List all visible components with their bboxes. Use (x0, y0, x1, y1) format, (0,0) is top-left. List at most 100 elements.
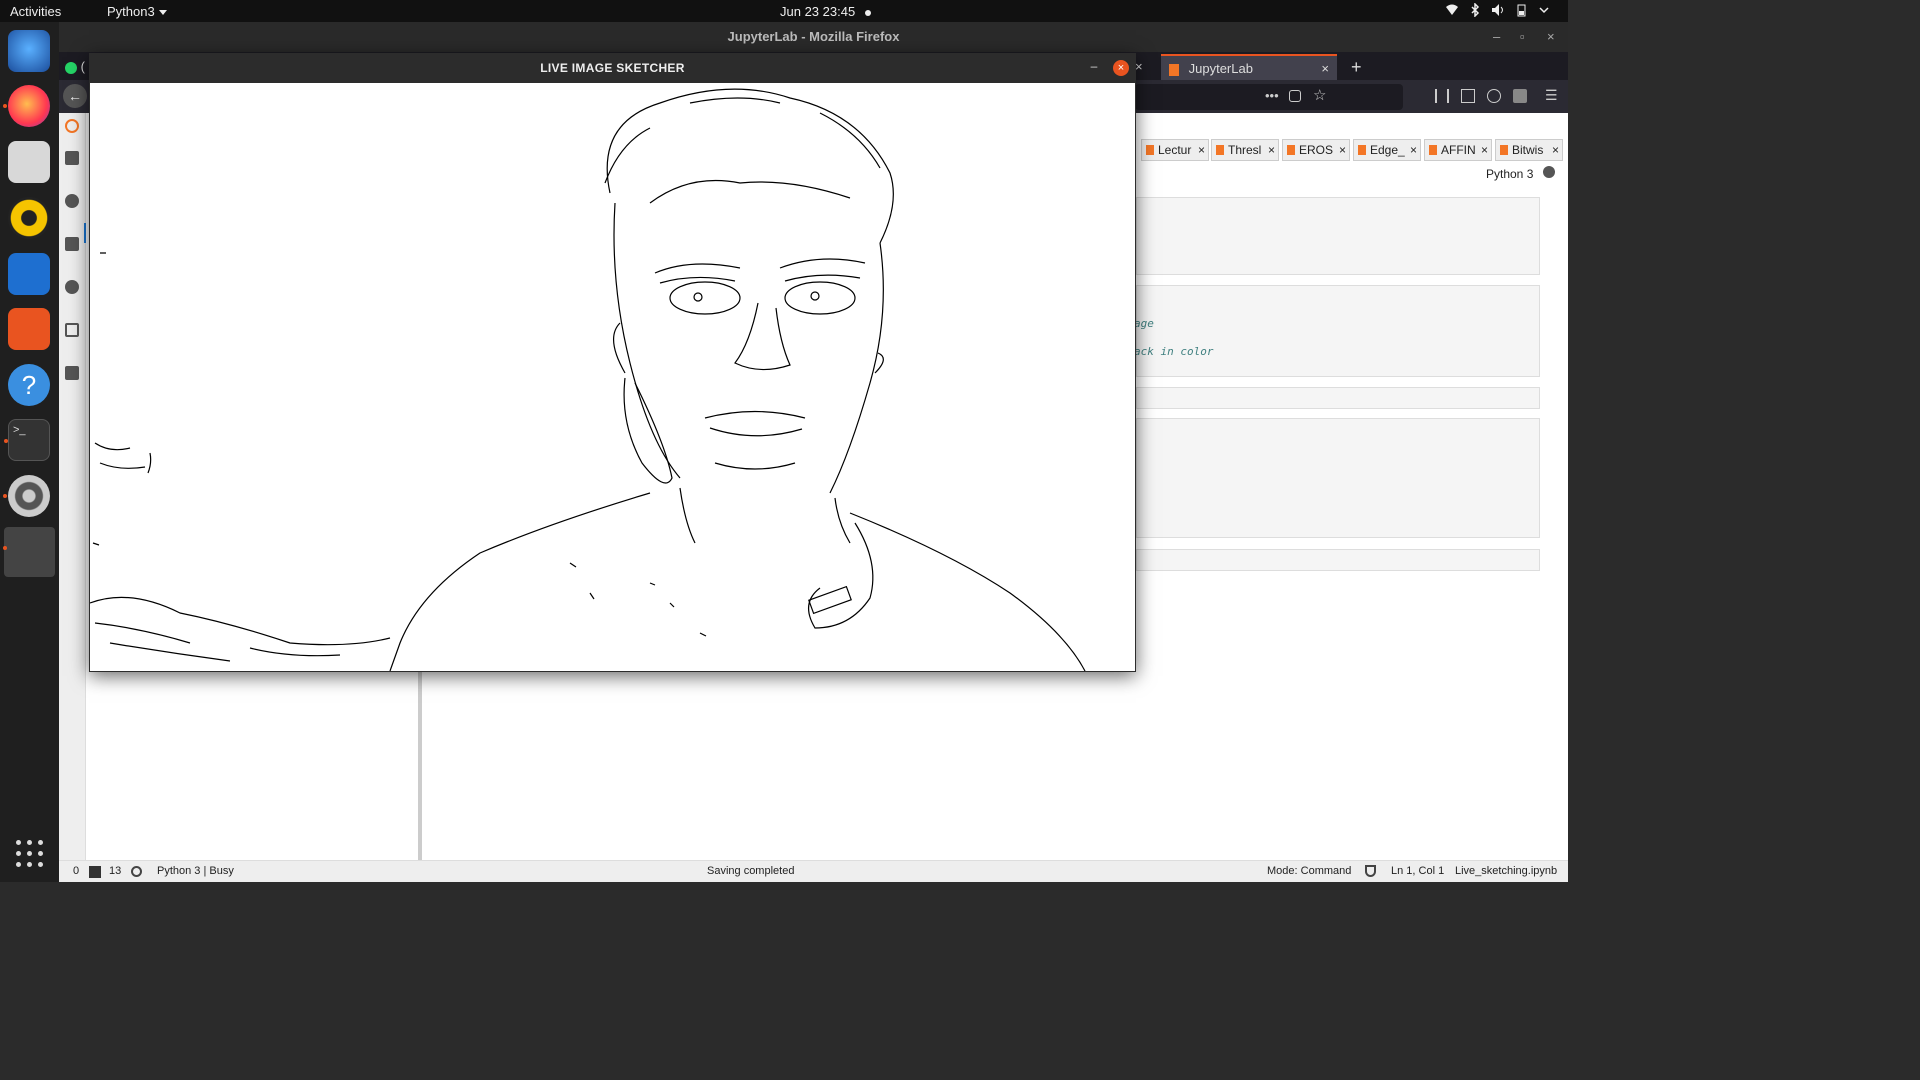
tabs-icon[interactable] (65, 323, 79, 337)
gear-icon (131, 866, 142, 877)
notebook-tab-label: Edge_ (1370, 143, 1405, 157)
window-thumbnail[interactable] (3, 527, 55, 577)
power-menu-icon[interactable] (1537, 3, 1550, 17)
edge-sketch-image (89, 88, 1086, 672)
kernels-count[interactable]: 13 (109, 865, 121, 877)
rhythmbox-icon[interactable] (8, 197, 50, 239)
notebook-tab-label: Thresl (1228, 143, 1262, 157)
jupyter-logo-icon (65, 119, 79, 133)
notebook-icon (1358, 145, 1366, 155)
pocket-icon[interactable] (1289, 90, 1301, 102)
url-bar[interactable]: ••• ☆ (1135, 84, 1403, 110)
puzzle-icon[interactable] (65, 366, 79, 380)
notebook-tab[interactable]: EROS × (1282, 139, 1350, 161)
notebook-tab[interactable]: Edge_ × (1353, 139, 1421, 161)
notebook-icon (1146, 145, 1154, 155)
tab-close-partial[interactable]: × (1135, 54, 1155, 80)
close-icon[interactable]: × (1481, 140, 1488, 160)
notebook-cell[interactable] (1136, 197, 1540, 275)
close-icon[interactable]: × (1268, 140, 1275, 160)
mode-indicator: Mode: Command (1267, 865, 1352, 877)
files-icon[interactable] (8, 141, 50, 183)
library-icon[interactable] (1435, 89, 1449, 103)
software-icon[interactable] (8, 308, 50, 350)
code-comment: ack in color (1134, 345, 1214, 358)
new-tab-button[interactable]: + (1351, 54, 1367, 80)
hamburger-menu-icon[interactable]: ☰ (1545, 87, 1558, 104)
running-indicator (4, 439, 8, 443)
kernel-status[interactable]: Python 3 | Busy (157, 865, 234, 877)
notebook-tab[interactable]: Lectur × (1141, 139, 1209, 161)
code-comment: age (1134, 317, 1154, 330)
commands-icon[interactable] (65, 237, 79, 251)
page-actions-icon[interactable]: ••• (1265, 88, 1279, 103)
clock-text: Jun 23 23:45 (780, 4, 856, 19)
thunderbird-icon[interactable] (8, 30, 50, 72)
back-button[interactable]: ← (63, 84, 87, 108)
app-menu[interactable]: Python3 (107, 4, 167, 19)
folder-icon[interactable] (65, 151, 79, 165)
shield-icon[interactable] (1365, 865, 1376, 877)
whatsapp-icon (65, 61, 77, 74)
writer-icon[interactable] (8, 253, 50, 295)
settings-icon[interactable] (3, 475, 50, 517)
notebook-tab-label: AFFIN (1441, 143, 1476, 157)
battery-icon[interactable] (1514, 3, 1527, 17)
status-bar: 0 13 Python 3 | Busy Saving completed Mo… (59, 860, 1568, 882)
left-activity-bar (59, 113, 87, 860)
sketch-canvas (89, 83, 1135, 672)
bluetooth-icon[interactable] (1468, 2, 1481, 18)
wifi-icon[interactable] (1445, 3, 1458, 17)
running-indicator (3, 546, 7, 550)
close-icon[interactable]: × (1135, 59, 1143, 74)
notebook-tab[interactable]: AFFIN × (1424, 139, 1492, 161)
close-icon[interactable]: × (1547, 22, 1555, 52)
sidebar-icon[interactable] (1461, 89, 1475, 103)
maximize-icon[interactable]: ▫ (1520, 22, 1525, 52)
account-icon[interactable] (1487, 89, 1501, 103)
clock[interactable]: Jun 23 23:45 (780, 4, 872, 19)
running-stop-icon[interactable] (65, 194, 79, 208)
terminals-count[interactable]: 0 (73, 865, 79, 877)
show-applications-icon[interactable] (16, 840, 44, 868)
tab-jupyterlab[interactable]: JupyterLab × (1161, 54, 1337, 80)
notebook-icon (1216, 145, 1224, 155)
volume-icon[interactable] (1491, 3, 1504, 17)
close-icon[interactable]: × (1410, 140, 1417, 160)
kernel-name[interactable]: Python 3 (1486, 167, 1533, 181)
chevron-down-icon (158, 10, 167, 16)
notebook-tab-label: EROS (1299, 143, 1334, 157)
notebook-cell[interactable] (1136, 549, 1540, 571)
notebook-icon (1500, 145, 1508, 155)
minimize-button[interactable]: – (1087, 59, 1101, 75)
notification-dot-icon (865, 9, 872, 16)
jupyter-icon (1169, 63, 1179, 76)
help-icon[interactable]: ? (8, 364, 50, 406)
firefox-icon[interactable] (3, 85, 50, 127)
window-title: JupyterLab - Mozilla Firefox (727, 29, 900, 44)
bookmark-star-icon[interactable]: ☆ (1313, 86, 1326, 104)
activities-button[interactable]: Activities (10, 4, 61, 19)
notebook-cell[interactable] (1136, 285, 1540, 377)
save-message: Saving completed (707, 865, 795, 877)
close-icon[interactable]: × (1321, 56, 1329, 82)
close-icon[interactable]: × (1339, 140, 1346, 160)
close-icon[interactable]: × (1198, 140, 1205, 160)
notebook-cell[interactable] (1136, 418, 1540, 538)
extension-icon[interactable] (1513, 89, 1527, 103)
notebook-tab[interactable]: Thresl × (1211, 139, 1279, 161)
kernel-busy-indicator-icon (1543, 166, 1555, 178)
system-tray[interactable] (1445, 2, 1550, 18)
tab-label: JupyterLab (1188, 61, 1253, 76)
minimize-icon[interactable]: – (1493, 22, 1500, 52)
close-icon[interactable]: × (1552, 140, 1559, 160)
top-bar: Activities Python3 Jun 23 23:45 (0, 0, 1568, 22)
notebook-cell[interactable] (1136, 387, 1540, 409)
close-button[interactable]: × (1113, 60, 1129, 76)
gear-icon[interactable] (65, 280, 79, 294)
notebook-tab[interactable]: Bitwis × (1495, 139, 1563, 161)
terminal-icon[interactable]: >_ (4, 419, 50, 461)
sketcher-window[interactable]: LIVE IMAGE SKETCHER – × (89, 53, 1136, 672)
running-indicator (3, 104, 7, 108)
cursor-position[interactable]: Ln 1, Col 1 (1391, 865, 1444, 877)
